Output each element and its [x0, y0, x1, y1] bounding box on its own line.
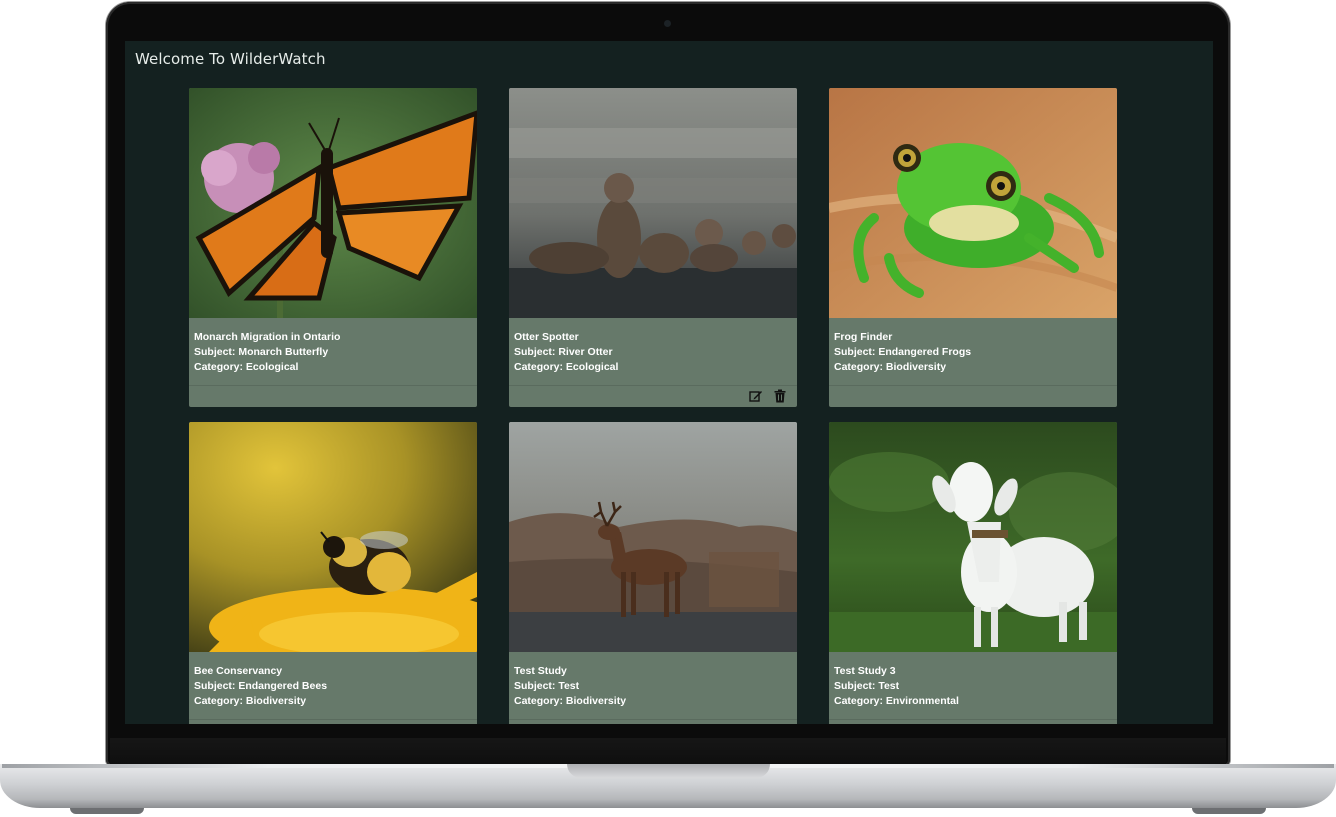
card-title: Bee Conservancy — [194, 665, 283, 677]
card-divider — [509, 385, 797, 386]
camera — [664, 20, 671, 27]
card-info: Otter Spotter Subject: River Otter Categ… — [509, 318, 797, 375]
card-subject: Subject: Monarch Butterfly — [194, 346, 329, 358]
page-title: Welcome To WilderWatch — [135, 50, 326, 68]
card-category: Category: Ecological — [514, 361, 619, 373]
butterfly-photo — [189, 88, 477, 318]
study-card[interactable]: Otter Spotter Subject: River Otter Categ… — [509, 88, 797, 407]
card-category: Category: Biodiversity — [194, 695, 307, 707]
card-title: Test Study — [514, 665, 567, 677]
card-category: Category: Biodiversity — [514, 695, 627, 707]
laptop-chin — [110, 738, 1226, 764]
card-info: Test Study 3 Subject: Test Category: Env… — [829, 652, 1117, 709]
card-divider — [189, 719, 477, 720]
card-subject: Subject: Endangered Bees — [194, 680, 328, 692]
card-divider — [829, 719, 1117, 720]
card-category: Category: Biodiversity — [834, 361, 947, 373]
laptop-foot-left — [70, 808, 144, 814]
card-divider — [509, 719, 797, 720]
goat-photo — [829, 422, 1117, 652]
card-divider — [829, 385, 1117, 386]
card-title: Monarch Migration in Ontario — [194, 331, 341, 343]
study-card[interactable]: Test Study Subject: Test Category: Biodi… — [509, 422, 797, 724]
study-grid: Monarch Migration in Ontario Subject: Mo… — [189, 88, 1117, 724]
bee-photo — [189, 422, 477, 652]
card-info: Bee Conservancy Subject: Endangered Bees… — [189, 652, 477, 709]
app-screen: Welcome To WilderWatch Monarch Migration… — [125, 41, 1213, 724]
card-info: Test Study Subject: Test Category: Biodi… — [509, 652, 797, 709]
card-subject: Subject: River Otter — [514, 346, 613, 358]
study-card[interactable]: Bee Conservancy Subject: Endangered Bees… — [189, 422, 477, 724]
card-actions — [749, 389, 787, 403]
card-title: Frog Finder — [834, 331, 893, 343]
laptop-notch — [567, 764, 770, 778]
otter-photo — [509, 88, 797, 318]
card-info: Monarch Migration in Ontario Subject: Mo… — [189, 318, 477, 375]
study-card[interactable]: Frog Finder Subject: Endangered Frogs Ca… — [829, 88, 1117, 407]
card-title: Otter Spotter — [514, 331, 579, 343]
edit-icon[interactable] — [749, 389, 763, 403]
card-divider — [189, 385, 477, 386]
deer-photo — [509, 422, 797, 652]
card-category: Category: Ecological — [194, 361, 299, 373]
trash-icon[interactable] — [773, 389, 787, 403]
card-subject: Subject: Test — [514, 680, 580, 692]
frog-photo — [829, 88, 1117, 318]
card-subject: Subject: Endangered Frogs — [834, 346, 972, 358]
laptop-foot-right — [1192, 808, 1266, 814]
card-category: Category: Environmental — [834, 695, 959, 707]
card-subject: Subject: Test — [834, 680, 900, 692]
card-title: Test Study 3 — [834, 665, 896, 677]
study-card[interactable]: Test Study 3 Subject: Test Category: Env… — [829, 422, 1117, 724]
card-info: Frog Finder Subject: Endangered Frogs Ca… — [829, 318, 1117, 375]
study-card[interactable]: Monarch Migration in Ontario Subject: Mo… — [189, 88, 477, 407]
